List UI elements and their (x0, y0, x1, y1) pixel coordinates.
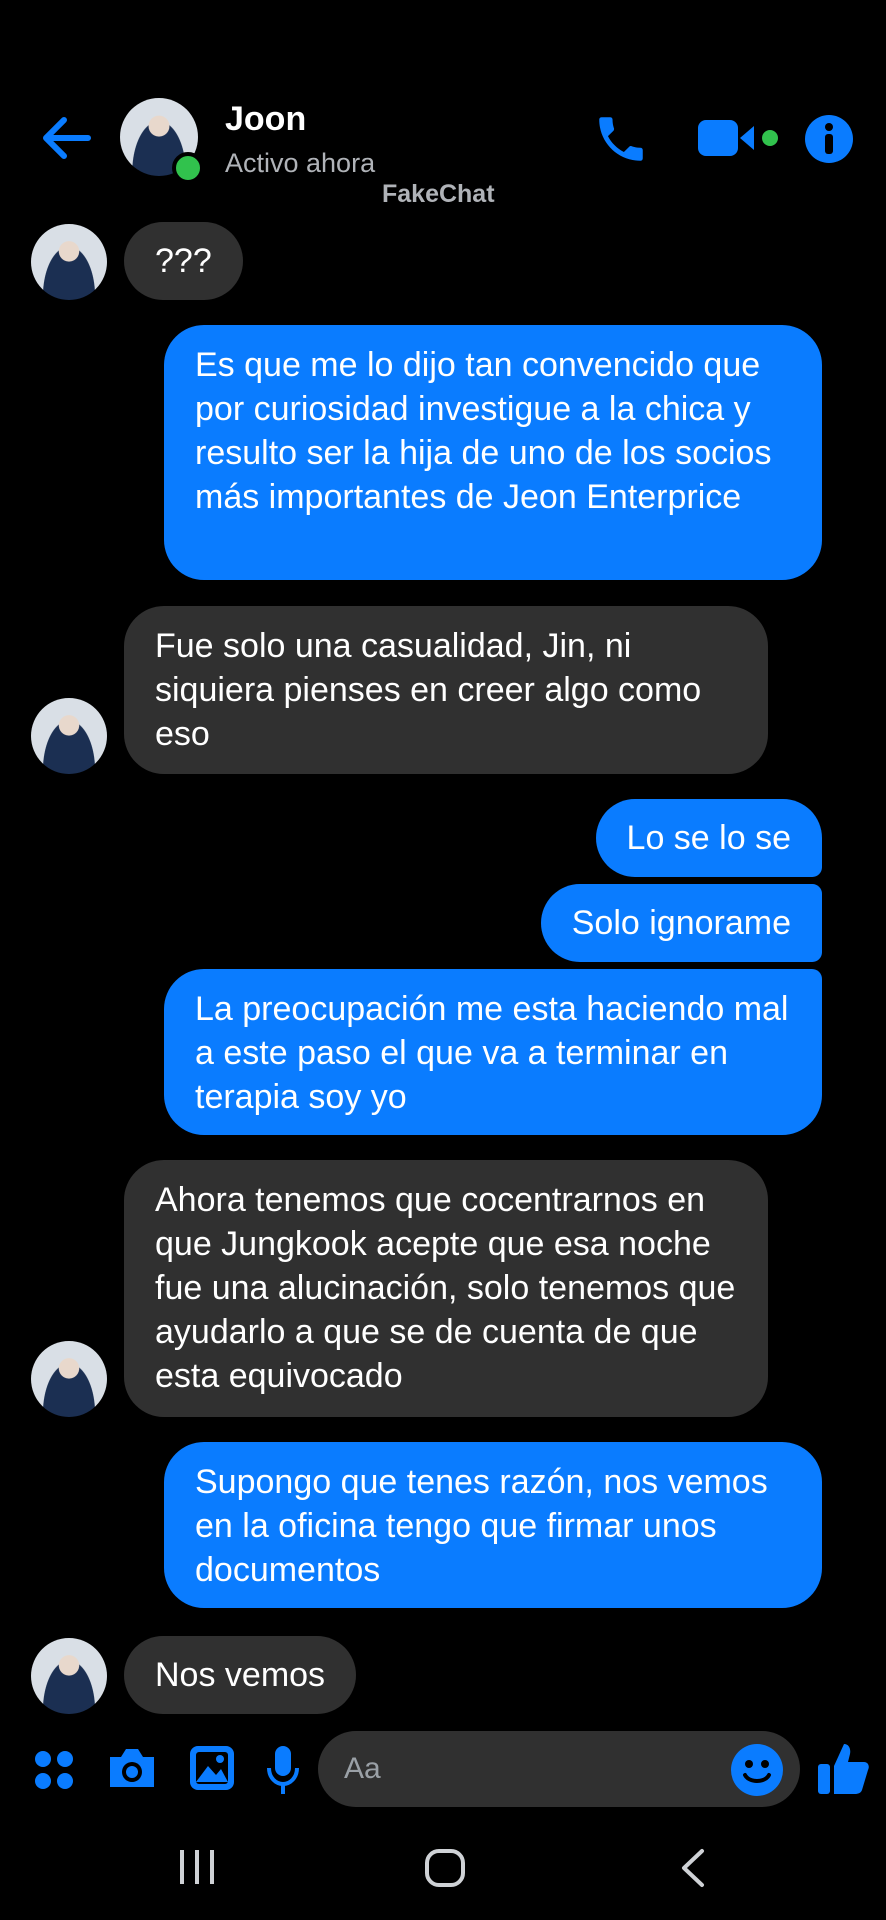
camera-icon[interactable] (106, 1745, 158, 1791)
message-input-placeholder: Aa (344, 1752, 381, 1785)
back-icon[interactable] (678, 1848, 706, 1888)
sender-avatar[interactable] (31, 1341, 107, 1417)
emoji-icon[interactable] (730, 1743, 784, 1797)
message-outgoing[interactable]: Es que me lo dijo tan convencido que por… (164, 325, 822, 580)
message-outgoing[interactable]: La preocupación me esta haciendo mal a e… (164, 969, 822, 1135)
gallery-icon[interactable] (188, 1744, 236, 1792)
video-icon[interactable] (696, 116, 780, 160)
message-incoming[interactable]: ??? (124, 222, 243, 300)
message-outgoing[interactable]: Solo ignorame (540, 884, 822, 962)
sender-avatar[interactable] (31, 698, 107, 774)
message-outgoing[interactable]: Supongo que tenes razón, nos vemos en la… (164, 1442, 822, 1608)
watermark: FakeChat (382, 180, 495, 208)
recents-icon[interactable] (176, 1848, 218, 1886)
thumbs-up-icon[interactable] (816, 1740, 870, 1796)
info-icon[interactable] (804, 114, 854, 164)
phone-icon[interactable] (592, 110, 650, 168)
contact-name[interactable]: Joon (225, 100, 306, 139)
contact-status: Activo ahora (225, 148, 376, 178)
microphone-icon[interactable] (266, 1744, 300, 1796)
message-outgoing[interactable]: Lo se lo se (595, 799, 822, 877)
back-arrow-icon[interactable] (38, 110, 94, 166)
apps-icon[interactable] (32, 1748, 76, 1792)
message-incoming[interactable]: Nos vemos (124, 1636, 357, 1714)
sender-avatar[interactable] (31, 224, 107, 300)
online-indicator (172, 152, 204, 184)
message-incoming[interactable]: Ahora tenemos que cocentrarnos en que Ju… (124, 1160, 768, 1417)
home-icon[interactable] (424, 1848, 466, 1888)
sender-avatar[interactable] (31, 1638, 107, 1714)
message-incoming[interactable]: Fue solo una casualidad, Jin, ni siquier… (124, 606, 768, 774)
message-input[interactable] (318, 1731, 800, 1807)
